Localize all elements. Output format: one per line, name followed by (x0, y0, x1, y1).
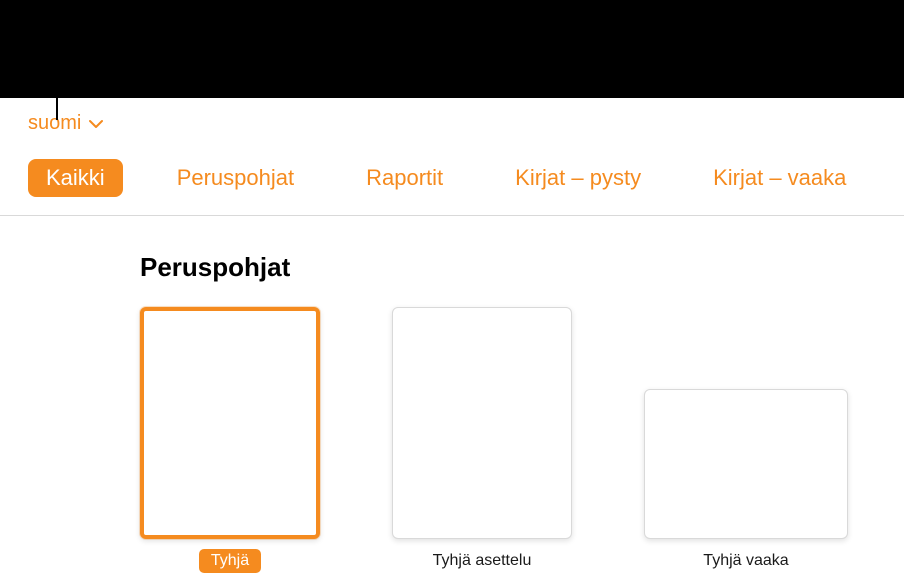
tab-reports[interactable]: Raportit (348, 159, 461, 197)
tab-letters[interactable]: Kirjeet (900, 159, 904, 197)
template-thumbnail (140, 307, 320, 539)
language-selector[interactable]: suomi (0, 98, 904, 141)
tab-all[interactable]: Kaikki (28, 159, 123, 197)
category-tabs: Kaikki Peruspohjat Raportit Kirjat – pys… (0, 141, 904, 216)
templates-section: Peruspohjat Tyhjä Tyhjä asettelu Tyhjä v… (0, 216, 904, 573)
top-black-bar (0, 0, 904, 98)
tab-basic[interactable]: Peruspohjat (159, 159, 312, 197)
template-thumbnail (392, 307, 572, 539)
language-label: suomi (28, 112, 81, 135)
template-label: Tyhjä (199, 549, 261, 573)
template-blank-landscape[interactable]: Tyhjä vaaka (644, 389, 848, 573)
template-label: Tyhjä asettelu (421, 549, 544, 573)
tab-books-landscape[interactable]: Kirjat – vaaka (695, 159, 864, 197)
templates-row: Tyhjä Tyhjä asettelu Tyhjä vaaka (140, 307, 904, 573)
template-chooser: suomi Kaikki Peruspohjat Raportit Kirjat… (0, 98, 904, 573)
callout-line (56, 48, 58, 120)
tab-books-portrait[interactable]: Kirjat – pysty (497, 159, 659, 197)
template-thumbnail (644, 389, 848, 539)
template-blank-layout[interactable]: Tyhjä asettelu (392, 307, 572, 573)
chevron-down-icon (89, 117, 103, 131)
template-blank[interactable]: Tyhjä (140, 307, 320, 573)
section-title: Peruspohjat (140, 252, 904, 283)
template-label: Tyhjä vaaka (691, 549, 800, 573)
